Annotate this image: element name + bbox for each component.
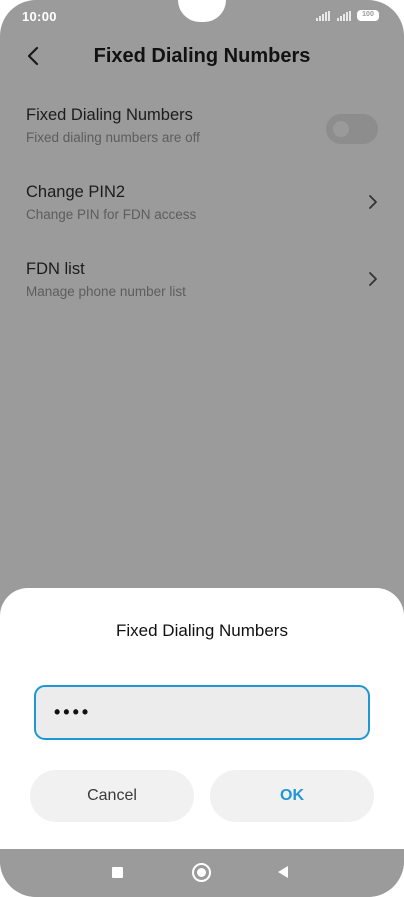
pin2-input[interactable]: •••• (34, 685, 370, 740)
dialog-title: Fixed Dialing Numbers (116, 621, 288, 640)
navigation-bar (0, 849, 404, 897)
page-title: Fixed Dialing Numbers (93, 45, 311, 67)
change-pin2-row[interactable]: Change PIN2 Change PIN for FDN access (0, 183, 404, 243)
row-subtitle: Fixed dialing numbers are off (26, 130, 200, 145)
battery-level: 100 (362, 11, 374, 18)
fdn-toggle-row[interactable]: Fixed Dialing Numbers Fixed dialing numb… (0, 106, 404, 166)
signal-icon (316, 11, 332, 21)
phone-screen: 10:00 100 Fixed Dialing Numbers Fixed Di… (0, 0, 404, 897)
square-icon[interactable] (112, 867, 123, 878)
fdn-toggle-switch[interactable] (326, 114, 378, 144)
pin-dialog: Fixed Dialing Numbers •••• Cancel OK (0, 588, 404, 849)
row-title: Change PIN2 (26, 183, 126, 201)
row-title: Fixed Dialing Numbers (26, 106, 193, 124)
camera-notch (178, 0, 226, 22)
status-time: 10:00 (22, 9, 57, 24)
row-title: FDN list (26, 260, 85, 278)
ok-button[interactable]: OK (210, 770, 374, 822)
status-bar: 10:00 100 (0, 0, 404, 34)
home-circle-icon[interactable] (192, 863, 211, 882)
row-subtitle: Manage phone number list (26, 284, 186, 299)
chevron-right-icon (369, 272, 377, 286)
toggle-knob (333, 121, 349, 137)
fdn-list-row[interactable]: FDN list Manage phone number list (0, 260, 404, 320)
battery-icon: 100 (357, 10, 379, 21)
row-subtitle: Change PIN for FDN access (26, 207, 197, 222)
cancel-button[interactable]: Cancel (30, 770, 194, 822)
chevron-right-icon (369, 195, 377, 209)
signal-icon (337, 11, 353, 21)
triangle-back-icon[interactable] (278, 866, 288, 878)
